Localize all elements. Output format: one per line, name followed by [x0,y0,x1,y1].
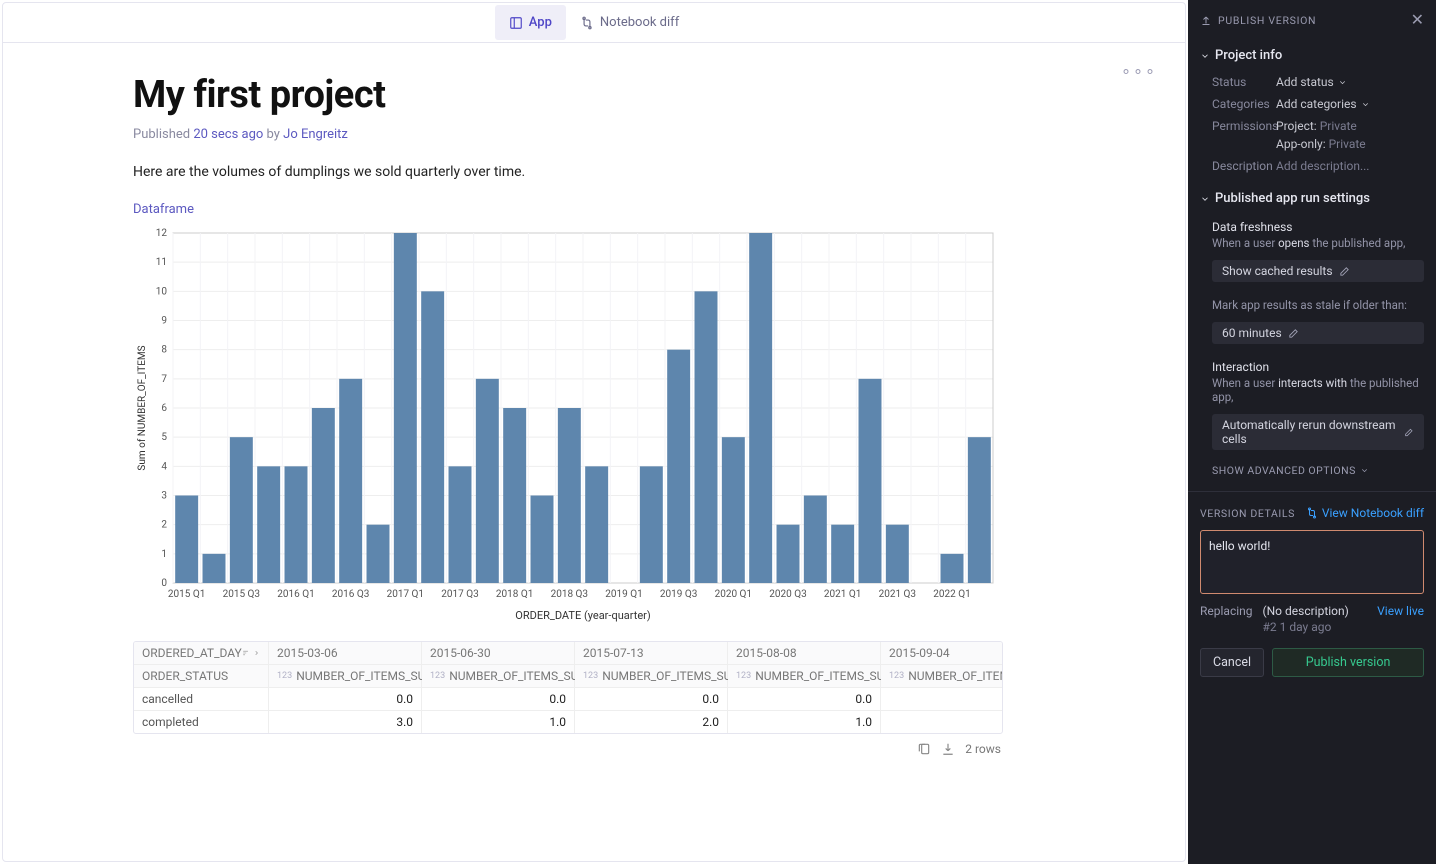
close-button[interactable]: ✕ [1411,12,1424,28]
svg-text:10: 10 [156,286,168,297]
sidebar-title: PUBLISH VERSION [1200,14,1316,27]
body-text: Here are the volumes of dumplings we sol… [133,164,1003,180]
view-live-link[interactable]: View live [1377,604,1424,618]
data-table: ORDERED_AT_DAY 2015-03-06 2015-06-30 201… [133,641,1003,734]
chevron-down-icon [1338,78,1347,87]
svg-text:2: 2 [161,520,167,531]
row-header-ordered-at[interactable]: ORDERED_AT_DAY [134,642,269,664]
chart-svg: 01234567891011122015 Q12015 Q32016 Q1201… [133,223,1003,623]
svg-text:8: 8 [161,345,167,356]
edit-icon [1339,266,1350,277]
chart: 01234567891011122015 Q12015 Q32016 Q1201… [133,223,1003,623]
publish-sidebar: PUBLISH VERSION ✕ Project info Status Ad… [1188,0,1436,864]
svg-text:2017 Q3: 2017 Q3 [441,589,478,600]
svg-text:2019 Q1: 2019 Q1 [605,589,642,600]
page-title: My first project [133,73,1003,117]
tab-notebook-diff[interactable]: Notebook diff [566,5,693,40]
svg-text:2020 Q3: 2020 Q3 [769,589,806,600]
table-row: completed 3.0 1.0 2.0 1.0 [134,711,1002,733]
svg-text:2022 Q1: 2022 Q1 [933,589,970,600]
svg-text:2021 Q1: 2021 Q1 [824,589,861,600]
more-menu-icon[interactable]: ∘∘∘ [1121,61,1157,80]
svg-text:0: 0 [161,578,167,589]
svg-text:2015 Q3: 2015 Q3 [223,589,260,600]
svg-text:3: 3 [161,491,167,502]
version-description-input[interactable] [1200,530,1424,594]
chart-label: Dataframe [133,202,1003,217]
tab-bar: App Notebook diff [3,3,1185,43]
view-notebook-diff-link[interactable]: View Notebook diff [1306,506,1424,520]
status-row[interactable]: Status Add status [1212,75,1424,89]
table-footer: 2 rows [133,734,1003,764]
svg-text:2016 Q3: 2016 Q3 [332,589,369,600]
date-col-0[interactable]: 2015-03-06 [269,642,422,664]
measure-col-3: 123NUMBER_OF_ITEMS_SUM [728,665,881,687]
chevron-down-icon [1200,51,1210,61]
section-run-settings[interactable]: Published app run settings [1200,191,1424,206]
tab-app[interactable]: App [495,5,566,40]
svg-text:2017 Q1: 2017 Q1 [387,589,424,600]
svg-text:6: 6 [161,403,167,414]
stale-pill[interactable]: 60 minutes [1212,322,1424,344]
layout-icon [509,16,523,30]
date-col-3[interactable]: 2015-08-08 [728,642,881,664]
replacing-label: Replacing [1200,604,1253,618]
permissions-row: Permissions Project: Private App-only: P… [1212,119,1424,151]
svg-text:2018 Q1: 2018 Q1 [496,589,533,600]
freshness-block: Data freshness When a user opens the pub… [1212,220,1424,250]
tab-diff-label: Notebook diff [600,15,679,30]
cancel-button[interactable]: Cancel [1200,648,1264,677]
table-row: cancelled 0.0 0.0 0.0 0.0 [134,688,1002,711]
publish-meta: Published 20 secs ago by Jo Engreitz [133,127,1003,142]
svg-text:4: 4 [161,461,167,472]
measure-col-4: 123NUMBER_OF_ITEMS_SUM [881,665,1003,687]
svg-text:2021 Q3: 2021 Q3 [879,589,916,600]
svg-text:1: 1 [161,549,167,560]
diff-icon [1306,507,1318,519]
svg-text:2018 Q3: 2018 Q3 [551,589,588,600]
interaction-pill[interactable]: Automatically rerun downstream cells [1212,414,1424,450]
clipboard-icon[interactable] [917,742,931,756]
freshness-pill[interactable]: Show cached results [1212,260,1424,282]
svg-text:12: 12 [156,228,168,239]
description-row[interactable]: Description Add description... [1212,159,1424,173]
publish-icon [1200,14,1212,26]
svg-text:5: 5 [161,432,167,443]
svg-text:2016 Q1: 2016 Q1 [277,589,314,600]
svg-text:ORDER_DATE (year-quarter): ORDER_DATE (year-quarter) [515,609,651,622]
interaction-block: Interaction When a user interacts with t… [1212,360,1424,404]
version-details-label: VERSION DETAILS [1200,507,1295,520]
svg-text:2015 Q1: 2015 Q1 [168,589,205,600]
categories-row[interactable]: Categories Add categories [1212,97,1424,111]
date-col-2[interactable]: 2015-07-13 [575,642,728,664]
chevron-down-icon [1360,466,1369,475]
sort-icon [242,647,249,659]
measure-col-0: 123NUMBER_OF_ITEMS_SUM [269,665,422,687]
measure-col-1: 123NUMBER_OF_ITEMS_SUM [422,665,575,687]
svg-text:Sum of NUMBER_OF_ITEMS: Sum of NUMBER_OF_ITEMS [136,345,148,470]
edit-icon [1288,328,1299,339]
chevron-down-icon [1361,100,1370,109]
show-advanced[interactable]: SHOW ADVANCED OPTIONS [1212,464,1424,477]
date-col-4[interactable]: 2015-09-04 [881,642,1003,664]
svg-text:7: 7 [161,374,167,385]
edit-icon [1404,427,1414,438]
chevron-right-icon [253,647,260,659]
measure-col-2: 123NUMBER_OF_ITEMS_SUM [575,665,728,687]
stale-block: Mark app results as stale if older than: [1212,298,1424,312]
section-project-info[interactable]: Project info [1200,48,1424,63]
svg-text:11: 11 [156,257,167,268]
download-icon[interactable] [941,742,955,756]
publish-button[interactable]: Publish version [1272,648,1424,677]
diff-icon [580,16,594,30]
row-header-order-status[interactable]: ORDER_STATUS [134,665,269,687]
svg-text:9: 9 [161,316,167,327]
date-col-1[interactable]: 2015-06-30 [422,642,575,664]
chevron-down-icon [1200,194,1210,204]
svg-text:2019 Q3: 2019 Q3 [660,589,697,600]
tab-app-label: App [529,15,552,30]
svg-text:2020 Q1: 2020 Q1 [715,589,752,600]
